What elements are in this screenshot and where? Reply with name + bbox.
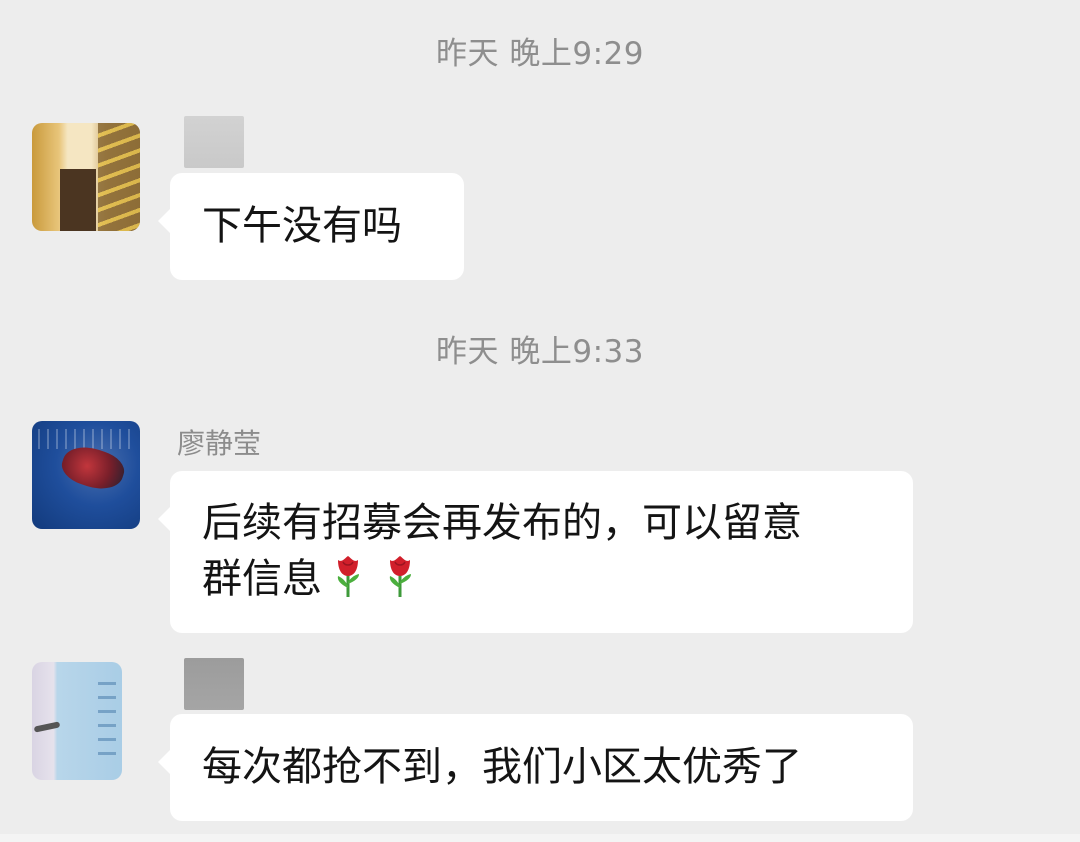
message-text-fragment: 群信息 xyxy=(202,556,322,602)
avatar[interactable] xyxy=(32,662,122,780)
message-text-line-2: 群信息 xyxy=(202,551,881,607)
chat-window: 昨天 晚上9:29 下午没有吗 昨天 晚上9:33 廖静莹 后续有招募会再发布的… xyxy=(0,0,1080,842)
avatar-detail xyxy=(98,682,116,762)
timestamp: 昨天 晚上9:29 xyxy=(436,36,644,72)
avatar[interactable] xyxy=(32,123,140,231)
avatar[interactable] xyxy=(32,421,140,529)
message-bubble[interactable]: 每次都抢不到，我们小区太优秀了 xyxy=(158,714,913,821)
rose-icon xyxy=(389,556,411,597)
message-bubble[interactable]: 后续有招募会再发布的，可以留意 群信息 xyxy=(158,471,913,633)
timestamp: 昨天 晚上9:33 xyxy=(436,334,644,370)
avatar-detail xyxy=(38,429,134,449)
message-text-line: 后续有招募会再发布的，可以留意 xyxy=(202,500,802,546)
sender-name-redacted xyxy=(184,658,244,710)
message-text: 每次都抢不到，我们小区太优秀了 xyxy=(202,744,802,790)
message-bubble[interactable]: 下午没有吗 xyxy=(158,173,464,280)
avatar-detail xyxy=(98,123,140,231)
input-area-edge xyxy=(0,834,1080,842)
avatar-detail xyxy=(33,721,61,733)
sender-name: 廖静莹 xyxy=(177,427,262,460)
sender-name-redacted xyxy=(184,116,244,168)
message-text: 下午没有吗 xyxy=(202,203,402,249)
rose-icon xyxy=(337,556,359,597)
avatar-detail xyxy=(60,169,96,231)
